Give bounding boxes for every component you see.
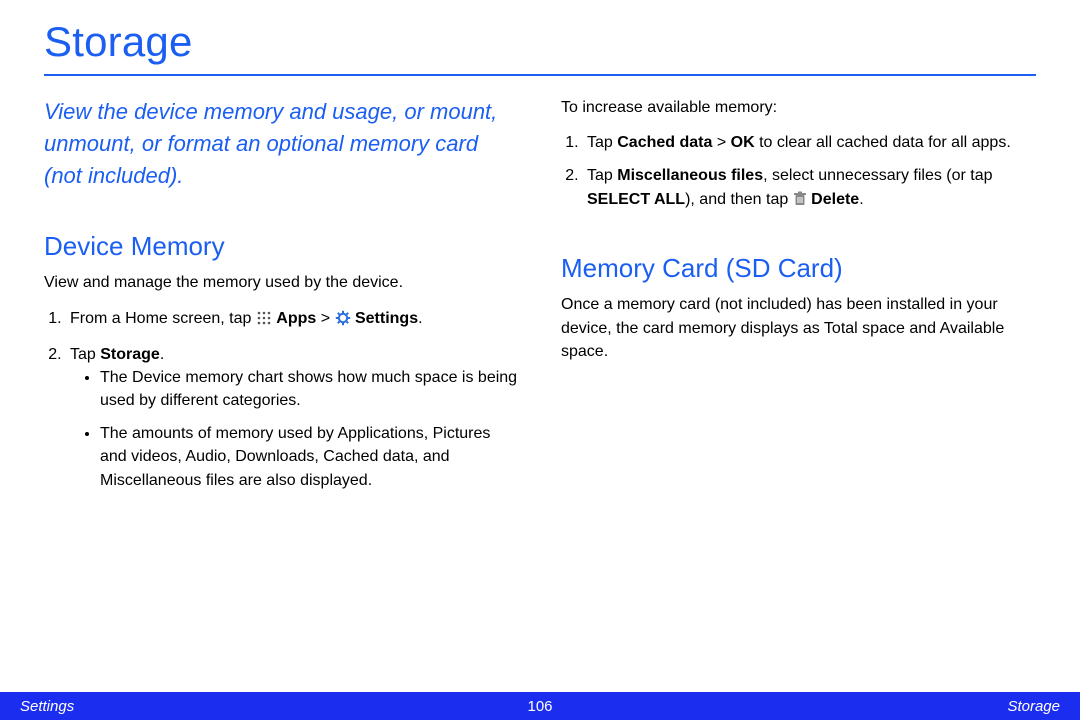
section-desc: Once a memory card (not included) has be… bbox=[561, 293, 1036, 363]
text: > bbox=[712, 134, 730, 151]
section-desc: View and manage the memory used by the d… bbox=[44, 271, 519, 294]
text: to clear all cached data for all apps. bbox=[755, 134, 1011, 151]
two-column-layout: View the device memory and usage, or mou… bbox=[44, 96, 1036, 502]
section-heading-device-memory: Device Memory bbox=[44, 228, 519, 266]
section-heading-memory-card: Memory Card (SD Card) bbox=[561, 250, 1036, 288]
left-column: View the device memory and usage, or mou… bbox=[44, 96, 519, 502]
text: ), and then tap bbox=[685, 191, 793, 208]
text: From a Home screen, tap bbox=[70, 310, 256, 327]
bold-misc-files: Miscellaneous files bbox=[617, 167, 763, 184]
step-item: Tap Cached data > OK to clear all cached… bbox=[583, 131, 1036, 154]
text: Tap bbox=[587, 134, 617, 151]
increase-memory-steps: Tap Cached data > OK to clear all cached… bbox=[561, 131, 1036, 214]
settings-gear-icon bbox=[335, 310, 351, 333]
text: . bbox=[418, 310, 422, 327]
text: Tap bbox=[587, 167, 617, 184]
footer-page-number: 106 bbox=[527, 698, 552, 715]
intro-text: View the device memory and usage, or mou… bbox=[44, 96, 519, 192]
apps-grid-icon bbox=[256, 310, 272, 333]
storage-bullets: The Device memory chart shows how much s… bbox=[70, 366, 519, 492]
spacer bbox=[561, 224, 1036, 250]
step-item: From a Home screen, tap Apps > Settings. bbox=[66, 307, 519, 333]
text: , select unnecessary files (or tap bbox=[763, 167, 992, 184]
step-item: Tap Storage. The Device memory chart sho… bbox=[66, 343, 519, 492]
bold-apps: Apps bbox=[276, 310, 316, 327]
bold-storage: Storage bbox=[100, 346, 160, 363]
bold-settings: Settings bbox=[351, 310, 419, 327]
bold-cached-data: Cached data bbox=[617, 134, 712, 151]
trash-icon bbox=[793, 191, 807, 214]
text: . bbox=[160, 346, 164, 363]
bullet-item: The Device memory chart shows how much s… bbox=[100, 366, 519, 412]
bullet-item: The amounts of memory used by Applicatio… bbox=[100, 422, 519, 492]
text: . bbox=[859, 191, 863, 208]
lead-text: To increase available memory: bbox=[561, 96, 1036, 119]
footer-right: Storage bbox=[1007, 698, 1060, 715]
bold-ok: OK bbox=[731, 134, 755, 151]
device-memory-steps: From a Home screen, tap Apps > Settings.… bbox=[44, 307, 519, 492]
bold-delete: Delete bbox=[807, 191, 859, 208]
manual-page: Storage View the device memory and usage… bbox=[0, 0, 1080, 720]
page-title: Storage bbox=[44, 18, 1036, 74]
step-item: Tap Miscellaneous files, select unnecess… bbox=[583, 164, 1036, 213]
page-footer: Settings 106 Storage bbox=[0, 692, 1080, 720]
text: > bbox=[316, 310, 334, 327]
right-column: To increase available memory: Tap Cached… bbox=[561, 96, 1036, 502]
bold-select-all: SELECT ALL bbox=[587, 191, 685, 208]
title-rule bbox=[44, 74, 1036, 78]
text: Tap bbox=[70, 346, 100, 363]
footer-left: Settings bbox=[20, 698, 74, 715]
